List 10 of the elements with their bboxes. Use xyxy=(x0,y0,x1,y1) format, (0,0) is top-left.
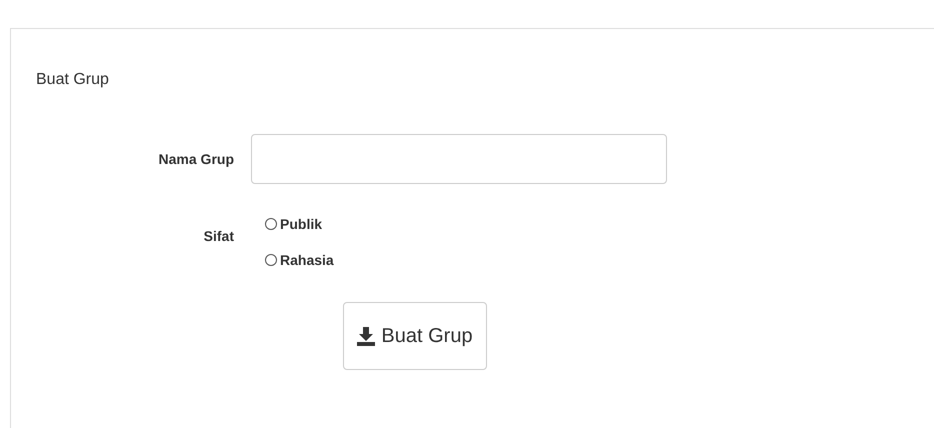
field-label: Nama Grup xyxy=(158,151,235,167)
radio-option[interactable]: Publik xyxy=(265,216,334,232)
panel-title: Buat Grup xyxy=(35,70,110,89)
field-label: Sifat xyxy=(202,227,235,244)
download-icon xyxy=(357,326,376,346)
radio-option[interactable]: Rahasia xyxy=(265,252,334,268)
radio-button[interactable] xyxy=(265,254,277,266)
create-group-button[interactable]: Buat Grup xyxy=(343,302,487,370)
input-field[interactable] xyxy=(251,134,667,184)
radio-button[interactable] xyxy=(265,218,277,230)
